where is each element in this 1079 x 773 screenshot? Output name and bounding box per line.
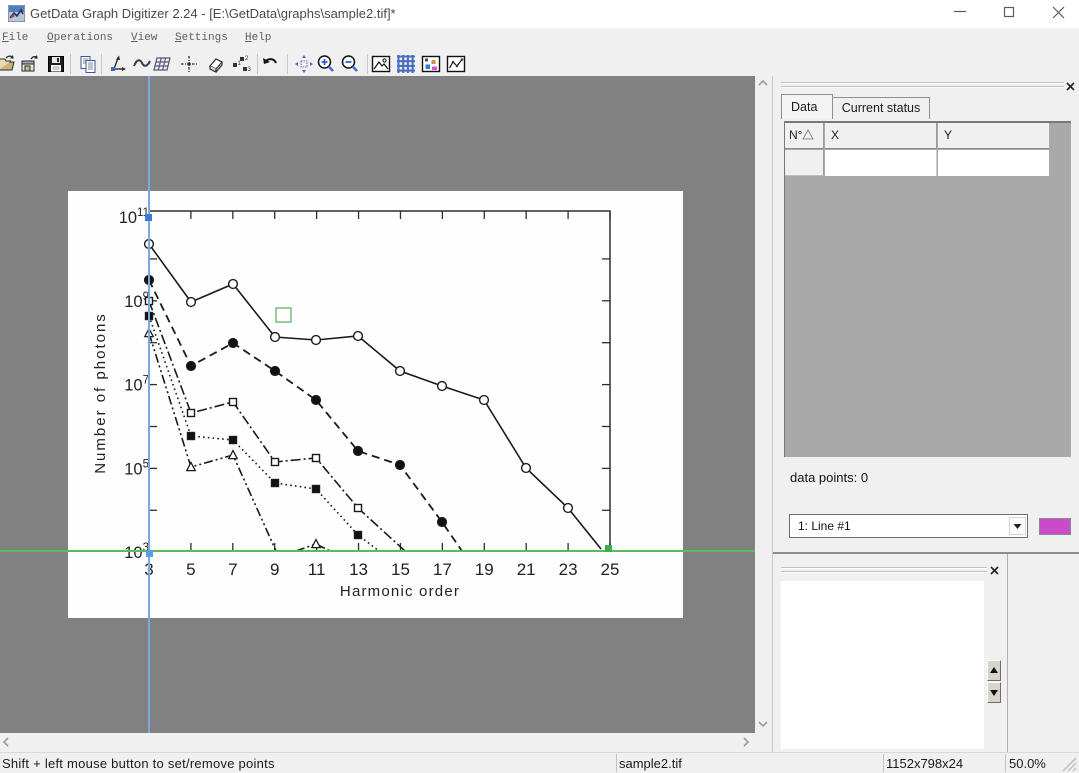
svg-text:17: 17 <box>433 560 452 579</box>
svg-text:23: 23 <box>559 560 578 579</box>
svg-text:7: 7 <box>228 560 237 579</box>
svg-text:2: 2 <box>245 56 249 62</box>
svg-text:21: 21 <box>517 560 536 579</box>
svg-text:11: 11 <box>308 560 326 579</box>
svg-text:Harmonic order: Harmonic order <box>340 583 460 600</box>
svg-text:15: 15 <box>391 560 410 579</box>
svg-text:19: 19 <box>475 560 494 579</box>
svg-text:5: 5 <box>186 560 195 579</box>
svg-text:3: 3 <box>248 67 252 73</box>
svg-text:105: 105 <box>124 458 149 478</box>
svg-text:1: 1 <box>238 61 242 67</box>
svg-text:Number of photons: Number of photons <box>92 312 109 474</box>
svg-text:9: 9 <box>270 560 279 579</box>
svg-text:107: 107 <box>124 375 149 395</box>
svg-text:13: 13 <box>349 560 368 579</box>
svg-text:25: 25 <box>601 560 620 579</box>
